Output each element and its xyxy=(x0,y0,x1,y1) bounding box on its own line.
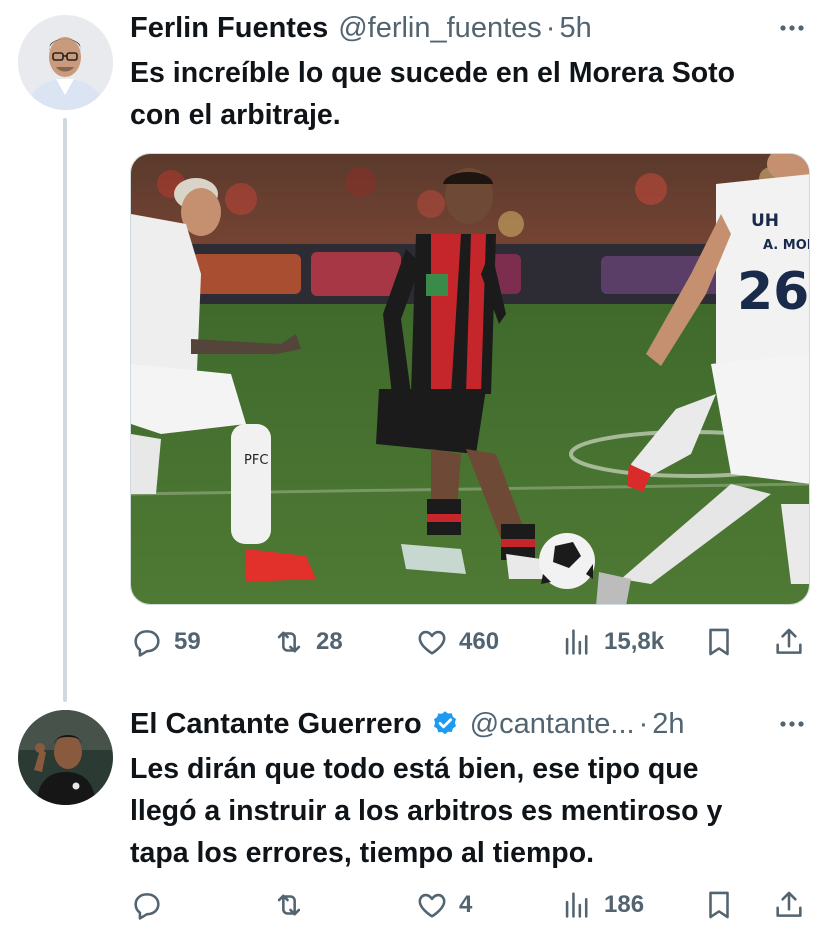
like-icon xyxy=(418,630,446,655)
jersey-text: UH xyxy=(751,211,779,231)
separator-dot: · xyxy=(545,11,556,44)
tweet-actions: 4 186 xyxy=(130,885,810,925)
views-icon xyxy=(565,892,588,918)
share-button[interactable] xyxy=(772,885,806,925)
avatar[interactable] xyxy=(18,15,113,110)
tweet-1[interactable]: Ferlin Fuentes @ferlin_fuentes · 5h Es i… xyxy=(0,0,828,702)
author-handle[interactable]: @cantante... xyxy=(470,708,635,741)
bookmark-button[interactable] xyxy=(702,622,736,662)
tweet-text-line: llegó a instruir a los arbitros es menti… xyxy=(130,795,723,827)
share-button[interactable] xyxy=(772,622,806,662)
author-name[interactable]: El Cantante Guerrero xyxy=(130,708,422,741)
sock-text: PFC xyxy=(244,453,268,468)
like-count: 4 xyxy=(459,891,473,918)
author-name[interactable]: Ferlin Fuentes xyxy=(130,12,328,45)
tweet-media-photo[interactable]: PFC UH A. MO 26 xyxy=(130,153,810,605)
repost-button[interactable]: 28 xyxy=(272,622,343,662)
more-icon[interactable] xyxy=(778,14,806,42)
avatar[interactable] xyxy=(18,710,113,805)
jersey-number: 26 xyxy=(737,262,809,322)
more-icon[interactable] xyxy=(778,710,806,738)
tweet-header: Ferlin Fuentes @ferlin_fuentes · 5h xyxy=(130,8,806,48)
author-handle[interactable]: @ferlin_fuentes xyxy=(338,12,542,45)
repost-button[interactable] xyxy=(272,885,316,925)
views-count: 15,8k xyxy=(604,628,665,655)
tweet-text-line: Es increíble lo que sucede en el Morera … xyxy=(130,57,736,89)
repost-icon xyxy=(277,894,301,916)
avatar-photo xyxy=(18,15,113,110)
timestamp[interactable]: 5h xyxy=(559,12,591,45)
like-button[interactable]: 4 xyxy=(415,885,472,925)
tweet-text-line: tapa los errores, tiempo al tiempo. xyxy=(130,837,595,869)
verified-badge-icon xyxy=(430,709,460,739)
views-button[interactable]: 186 xyxy=(560,885,644,925)
tweet-header: El Cantante Guerrero @cantante... · 2h xyxy=(130,704,806,744)
reply-icon xyxy=(134,893,160,920)
timestamp[interactable]: 2h xyxy=(652,708,684,741)
bookmark-icon xyxy=(709,891,729,919)
like-button[interactable]: 460 xyxy=(415,622,499,662)
repost-icon xyxy=(277,631,301,653)
tweet-2[interactable]: El Cantante Guerrero @cantante... · 2h L… xyxy=(0,690,828,933)
bookmark-icon xyxy=(709,628,729,656)
tweet-text-line: con el arbitraje. xyxy=(130,99,341,131)
repost-count: 28 xyxy=(316,628,343,655)
views-count: 186 xyxy=(604,891,645,918)
bookmark-button[interactable] xyxy=(702,885,736,925)
tweet-text: Es increíble lo que sucede en el Morera … xyxy=(130,52,808,136)
separator-dot: · xyxy=(638,707,649,740)
football-match-photo: PFC UH A. MO 26 xyxy=(131,154,810,604)
jersey-name: A. MORA xyxy=(763,238,810,253)
views-button[interactable]: 15,8k xyxy=(560,622,664,662)
tweet-actions: 59 28 460 15,8k xyxy=(130,622,810,662)
reply-count: 59 xyxy=(174,628,201,655)
views-icon xyxy=(565,629,588,655)
avatar-photo xyxy=(18,710,113,805)
reply-button[interactable] xyxy=(130,885,174,925)
thread-line xyxy=(63,118,67,702)
share-icon xyxy=(776,891,802,917)
reply-button[interactable]: 59 xyxy=(130,622,201,662)
like-icon xyxy=(418,893,446,918)
tweet-text: Les dirán que todo está bien, ese tipo q… xyxy=(130,748,808,874)
reply-icon xyxy=(134,630,160,657)
share-icon xyxy=(776,628,802,654)
like-count: 460 xyxy=(459,628,500,655)
tweet-text-line: Les dirán que todo está bien, ese tipo q… xyxy=(130,753,699,785)
